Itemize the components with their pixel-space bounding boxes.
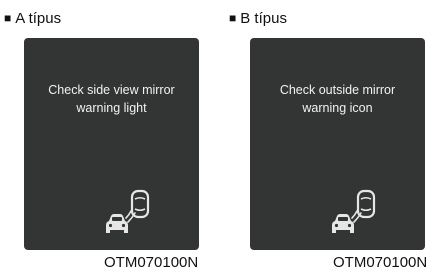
image-code-b: OTM070100N (333, 254, 428, 271)
warning-message-a-line2: warning light (76, 101, 147, 115)
warning-message-b: Check outside mirror warning icon (250, 81, 425, 117)
warning-message-b-line2: warning icon (302, 101, 373, 115)
warning-message-b-line1: Check outside mirror (279, 83, 396, 97)
display-panel-b: Check outside mirror warning icon (250, 38, 425, 250)
image-code-a: OTM070100N (104, 254, 199, 271)
square-bullet-icon: ■ (229, 11, 237, 25)
type-a-label: ■ A típus (4, 10, 61, 27)
warning-message-a: Check side view mirror warning light (24, 81, 199, 117)
blind-spot-vehicle-icon (332, 189, 376, 233)
square-bullet-icon: ■ (4, 11, 12, 25)
warning-message-a-line1: Check side view mirror (48, 83, 175, 97)
type-b-text: B típus (240, 10, 287, 27)
blind-spot-vehicle-icon (106, 189, 150, 233)
type-a-text: A típus (15, 10, 62, 27)
display-panel-a: Check side view mirror warning light (24, 38, 199, 250)
type-b-label: ■ B típus (229, 10, 287, 27)
